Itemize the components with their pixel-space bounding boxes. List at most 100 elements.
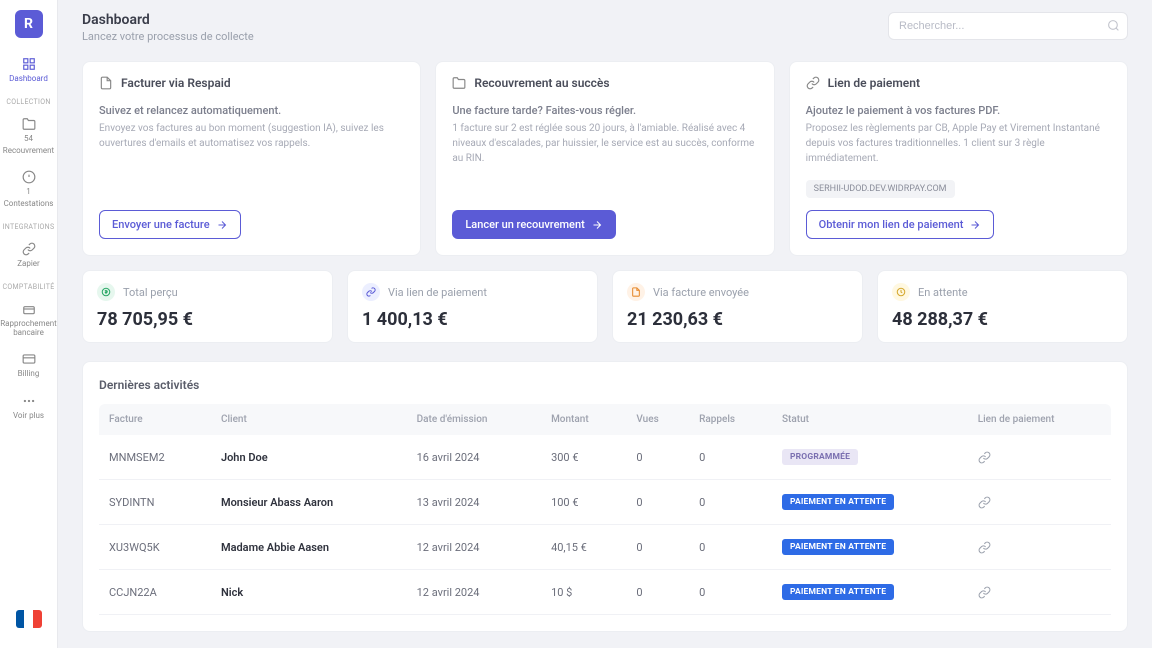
sidebar-item-recouvrement[interactable]: 54 Recouvrement xyxy=(0,110,57,162)
link-icon xyxy=(362,283,380,301)
card-link-paiement: Lien de paiement Ajoutez le paiement à v… xyxy=(789,61,1128,256)
card-subtitle: Suivez et relancez automatiquement. xyxy=(99,104,404,117)
sidebar-item-billing[interactable]: Billing xyxy=(0,345,57,385)
cell-montant: 300 € xyxy=(541,435,626,480)
th-client[interactable]: Client xyxy=(211,404,407,435)
table-row[interactable]: CCJN22ANick12 avril 202410 $00PAIEMENT E… xyxy=(99,570,1111,615)
locale-flag-icon[interactable] xyxy=(16,610,42,628)
cell-rappels: 0 xyxy=(689,480,772,525)
stat-label: Via lien de paiement xyxy=(388,286,487,299)
stat-value: 78 705,95 € xyxy=(97,309,318,330)
sidebar-item-rapprochement[interactable]: Rapprochement bancaire xyxy=(0,295,57,344)
payment-url[interactable]: SERHII-UDOD.DEV.WIDRPAY.COM xyxy=(806,180,955,198)
sidebar: R Dashboard COLLECTION 54 Recouvrement 1… xyxy=(0,0,58,648)
cell-date: 16 avril 2024 xyxy=(407,435,541,480)
card-title: Recouvrement au succès xyxy=(474,76,609,90)
dashboard-icon xyxy=(21,56,37,72)
send-invoice-button[interactable]: Envoyer une facture xyxy=(99,210,241,239)
status-badge: PAIEMENT EN ATTENTE xyxy=(782,539,894,555)
activities-card: Dernières activités Facture Client Date … xyxy=(82,361,1128,632)
cell-link xyxy=(968,570,1111,615)
page-title: Dashboard xyxy=(82,12,254,28)
link-icon[interactable] xyxy=(978,541,1101,554)
table-title: Dernières activités xyxy=(99,378,1111,392)
activities-table: Facture Client Date d'émission Montant V… xyxy=(99,404,1111,615)
stat-label: Via facture envoyée xyxy=(653,286,749,299)
arrow-right-icon xyxy=(969,219,981,231)
stat-label: En attente xyxy=(918,286,968,299)
table-row[interactable]: SYDINTNMonsieur Abass Aaron13 avril 2024… xyxy=(99,480,1111,525)
search-input[interactable] xyxy=(888,12,1128,40)
arrow-right-icon xyxy=(216,219,228,231)
bank-icon xyxy=(21,301,37,317)
cell-client: John Doe xyxy=(211,435,407,480)
alert-icon xyxy=(21,169,37,185)
th-rappels[interactable]: Rappels xyxy=(689,404,772,435)
cell-statut: PROGRAMMÉE xyxy=(772,435,968,480)
cell-date: 13 avril 2024 xyxy=(407,480,541,525)
sidebar-item-label: Zapier xyxy=(17,260,40,269)
clock-icon xyxy=(892,283,910,301)
folder-open-icon xyxy=(452,76,466,90)
th-date[interactable]: Date d'émission xyxy=(407,404,541,435)
cell-statut: PAIEMENT EN ATTENTE xyxy=(772,480,968,525)
sidebar-item-more[interactable]: Voir plus xyxy=(0,387,57,427)
search-wrapper xyxy=(888,12,1128,40)
card-subtitle: Une facture tarde? Faites-vous régler. xyxy=(452,104,757,117)
sidebar-item-label: Rapprochement bancaire xyxy=(0,320,57,338)
status-badge: PAIEMENT EN ATTENTE xyxy=(782,494,894,510)
cell-montant: 40,15 € xyxy=(541,525,626,570)
card-facturer: Facturer via Respaid Suivez et relancez … xyxy=(82,61,421,256)
th-montant[interactable]: Montant xyxy=(541,404,626,435)
cell-facture: MNMSEM2 xyxy=(99,435,211,480)
stat-label: Total perçu xyxy=(123,286,178,299)
app-logo[interactable]: R xyxy=(15,10,43,38)
link-icon[interactable] xyxy=(978,496,1101,509)
card-title: Lien de paiement xyxy=(828,76,920,90)
cell-montant: 100 € xyxy=(541,480,626,525)
launch-collection-button[interactable]: Lancer un recouvrement xyxy=(452,210,615,239)
more-icon xyxy=(21,393,37,409)
sidebar-item-count: 54 xyxy=(24,135,33,144)
stat-via-link: Via lien de paiement 1 400,13 € xyxy=(347,270,598,343)
sidebar-section-comptabilite: COMPTABILITÉ xyxy=(3,283,55,291)
cell-facture: CCJN22A xyxy=(99,570,211,615)
button-label: Envoyer une facture xyxy=(112,218,210,231)
sidebar-item-label: Dashboard xyxy=(9,75,48,84)
link-icon xyxy=(21,241,37,257)
folder-icon xyxy=(21,116,37,132)
table-row[interactable]: XU3WQ5KMadame Abbie Aasen12 avril 202440… xyxy=(99,525,1111,570)
th-lien[interactable]: Lien de paiement xyxy=(968,404,1111,435)
cell-facture: SYDINTN xyxy=(99,480,211,525)
sidebar-section-integrations: INTEGRATIONS xyxy=(3,223,55,231)
status-badge: PAIEMENT EN ATTENTE xyxy=(782,584,894,600)
cell-vues: 0 xyxy=(626,480,689,525)
sidebar-item-dashboard[interactable]: Dashboard xyxy=(0,50,57,90)
stat-value: 21 230,63 € xyxy=(627,309,848,330)
button-label: Obtenir mon lien de paiement xyxy=(819,218,964,231)
sidebar-item-label: Billing xyxy=(18,370,40,379)
sidebar-section-collection: COLLECTION xyxy=(6,98,50,106)
cell-statut: PAIEMENT EN ATTENTE xyxy=(772,570,968,615)
table-row[interactable]: MNMSEM2John Doe16 avril 2024300 €00PROGR… xyxy=(99,435,1111,480)
cell-client: Monsieur Abass Aaron xyxy=(211,480,407,525)
card-subtitle: Ajoutez le paiement à vos factures PDF. xyxy=(806,104,1111,117)
link-icon[interactable] xyxy=(978,586,1101,599)
stat-waiting: En attente 48 288,37 € xyxy=(877,270,1128,343)
th-statut[interactable]: Statut xyxy=(772,404,968,435)
get-payment-link-button[interactable]: Obtenir mon lien de paiement xyxy=(806,210,995,239)
stat-via-invoice: Via facture envoyée 21 230,63 € xyxy=(612,270,863,343)
arrow-right-icon xyxy=(591,219,603,231)
link-icon[interactable] xyxy=(978,451,1101,464)
cell-link xyxy=(968,480,1111,525)
link-icon xyxy=(806,76,820,90)
stat-value: 1 400,13 € xyxy=(362,309,583,330)
th-vues[interactable]: Vues xyxy=(626,404,689,435)
card-title: Facturer via Respaid xyxy=(121,76,231,90)
sidebar-item-contestations[interactable]: 1 Contestations xyxy=(0,163,57,215)
document-icon xyxy=(99,76,113,90)
sidebar-item-label: Recouvrement xyxy=(3,147,54,156)
sidebar-item-count: 1 xyxy=(26,188,31,197)
sidebar-item-zapier[interactable]: Zapier xyxy=(0,235,57,275)
th-facture[interactable]: Facture xyxy=(99,404,211,435)
